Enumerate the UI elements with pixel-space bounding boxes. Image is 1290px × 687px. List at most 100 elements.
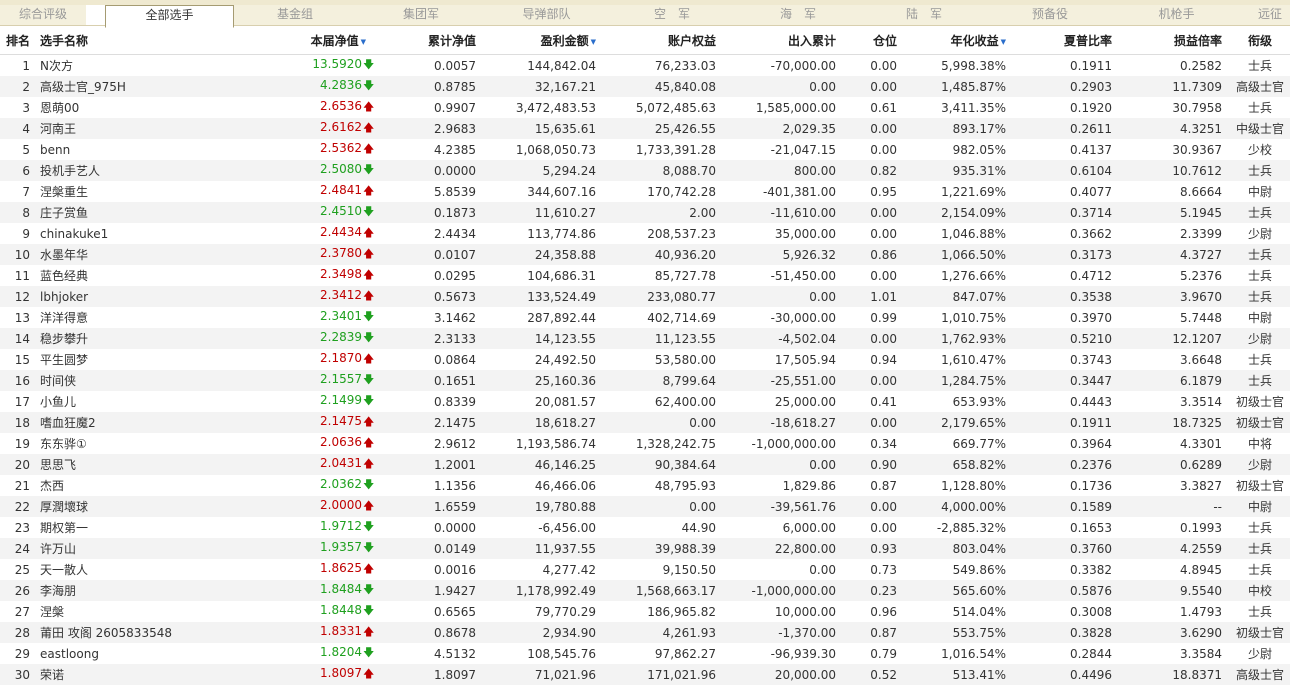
tab-9[interactable]: 机枪手 <box>1113 5 1240 26</box>
player-name-cell[interactable]: 荣诺 <box>36 664 240 685</box>
rank-cell: 24 <box>0 538 36 559</box>
player-name-cell[interactable]: 稳步攀升 <box>36 328 240 349</box>
equity-cell: 1,733,391.28 <box>604 139 724 160</box>
column-header-2[interactable]: 本届净值 ▼ <box>240 26 374 55</box>
tab-7[interactable]: 陆 军 <box>861 5 987 26</box>
column-header-6[interactable]: 出入累计 <box>724 26 844 55</box>
sort-desc-icon[interactable]: ▼ <box>591 38 596 46</box>
table-row[interactable]: 12 lbhjoker 2.3412🡅 0.5673 133,524.49 233,080… <box>0 286 1290 307</box>
tab-0[interactable]: 综合评级 <box>0 5 86 26</box>
column-header-10[interactable]: 损益倍率 <box>1120 26 1230 55</box>
table-row[interactable]: 1 N次方 13.5920🡇 0.0057 144,842.04 76,233.03 -70… <box>0 54 1290 76</box>
table-row[interactable]: 5 benn 2.5362🡅 4.2385 1,068,050.73 1,733,391.… <box>0 139 1290 160</box>
player-name-cell[interactable]: chinakuke1 <box>36 223 240 244</box>
player-name-cell[interactable]: 涅槃 <box>36 601 240 622</box>
player-name-cell[interactable]: benn <box>36 139 240 160</box>
table-row[interactable]: 2 高级士官_975H 4.2836🡇 0.8785 32,167.21 45,840.0… <box>0 76 1290 97</box>
tab-1[interactable]: 全部选手 <box>105 5 234 28</box>
sharpe-cell: 0.6104 <box>1014 160 1120 181</box>
position-cell: 0.00 <box>844 328 905 349</box>
tab-8[interactable]: 预备役 <box>987 5 1113 26</box>
table-row[interactable]: 15 平生圆梦 2.1870🡅 0.0864 24,492.50 53,580.00 17,… <box>0 349 1290 370</box>
table-row[interactable]: 25 天一散人 1.8625🡅 0.0016 4,277.42 9,150.50 0.00 0… <box>0 559 1290 580</box>
player-name-cell[interactable]: N次方 <box>36 54 240 76</box>
column-header-0[interactable]: 排名 <box>0 26 36 55</box>
player-name-cell[interactable]: 许万山 <box>36 538 240 559</box>
player-name-cell[interactable]: 李海朋 <box>36 580 240 601</box>
table-row[interactable]: 18 嗜血狂魔2 2.1475🡅 2.1475 18,618.27 0.00 -18,618… <box>0 412 1290 433</box>
player-name-cell[interactable]: 河南王 <box>36 118 240 139</box>
player-name-cell[interactable]: 洋洋得意 <box>36 307 240 328</box>
table-row[interactable]: 20 思思飞 2.0431🡅 1.2001 46,146.25 90,384.64 0.00… <box>0 454 1290 475</box>
profit-cell: 14,123.55 <box>484 328 604 349</box>
equity-cell: 25,426.55 <box>604 118 724 139</box>
current-nav-cell: 2.3498🡅 <box>240 265 374 286</box>
table-row[interactable]: 9 chinakuke1 2.4434🡅 2.4434 113,774.86 208,53… <box>0 223 1290 244</box>
table-row[interactable]: 8 庄子赏鱼 2.4510🡇 0.1873 11,610.27 2.00 -11,610.0… <box>0 202 1290 223</box>
table-row[interactable]: 19 东东骅① 2.0636🡅 2.9612 1,193,586.74 1,328,242… <box>0 433 1290 454</box>
tab-5[interactable]: 空 军 <box>609 5 735 26</box>
sharpe-cell: 0.1736 <box>1014 475 1120 496</box>
table-row[interactable]: 30 荣诺 1.8097🡅 1.8097 71,021.96 171,021.96 20,0… <box>0 664 1290 685</box>
column-header-4[interactable]: 盈利金额 ▼ <box>484 26 604 55</box>
arrow-down-icon: 🡇 <box>363 583 374 596</box>
player-name-cell[interactable]: 水墨年华 <box>36 244 240 265</box>
player-name-cell[interactable]: 恩萌00 <box>36 97 240 118</box>
player-name-cell[interactable]: 蓝色经典 <box>36 265 240 286</box>
player-name-cell[interactable]: 时间侠 <box>36 370 240 391</box>
table-row[interactable]: 3 恩萌00 2.6536🡅 0.9907 3,472,483.53 5,072,485.… <box>0 97 1290 118</box>
table-row[interactable]: 24 许万山 1.9357🡇 0.0149 11,937.55 39,988.39 22,8… <box>0 538 1290 559</box>
tab-6[interactable]: 海 军 <box>735 5 861 26</box>
table-row[interactable]: 22 厚潤壞球 2.0000🡅 1.6559 19,780.88 0.00 -39,561.… <box>0 496 1290 517</box>
table-row[interactable]: 29 eastloong 1.8204🡇 4.5132 108,545.76 97,862… <box>0 643 1290 664</box>
table-row[interactable]: 10 水墨年华 2.3780🡅 0.0107 24,358.88 40,936.20 5,9… <box>0 244 1290 265</box>
table-row[interactable]: 28 莆田 攻阁 2605833548 1.8331🡅 0.8678 2,934.90 4… <box>0 622 1290 643</box>
player-name-cell[interactable]: eastloong <box>36 643 240 664</box>
player-name-cell[interactable]: 天一散人 <box>36 559 240 580</box>
player-name-cell[interactable]: 投机手艺人 <box>36 160 240 181</box>
table-row[interactable]: 23 期权第一 1.9712🡇 0.0000 -6,456.00 44.90 6,000.0… <box>0 517 1290 538</box>
player-name-cell[interactable]: 厚潤壞球 <box>36 496 240 517</box>
player-name-cell[interactable]: 平生圆梦 <box>36 349 240 370</box>
table-row[interactable]: 4 河南王 2.6162🡅 2.9683 15,635.61 25,426.55 2,029… <box>0 118 1290 139</box>
player-name-cell[interactable]: 莆田 攻阁 2605833548 <box>36 622 240 643</box>
column-header-3[interactable]: 累计净值 <box>374 26 484 55</box>
column-header-5[interactable]: 账户权益 <box>604 26 724 55</box>
column-header-7[interactable]: 仓位 <box>844 26 905 55</box>
table-row[interactable]: 21 杰西 2.0362🡇 1.1356 46,466.06 48,795.93 1,829… <box>0 475 1290 496</box>
sort-desc-icon[interactable]: ▼ <box>1001 38 1006 46</box>
table-row[interactable]: 17 小鱼儿 2.1499🡇 0.8339 20,081.57 62,400.00 25,0… <box>0 391 1290 412</box>
player-name-cell[interactable]: 小鱼儿 <box>36 391 240 412</box>
player-name-cell[interactable]: 嗜血狂魔2 <box>36 412 240 433</box>
table-row[interactable]: 14 稳步攀升 2.2839🡇 2.3133 14,123.55 11,123.55 -4,… <box>0 328 1290 349</box>
rank-cell: 11 <box>0 265 36 286</box>
annual-return-cell: 1,485.87% <box>905 76 1014 97</box>
tab-3[interactable]: 集团军 <box>358 5 484 26</box>
table-row[interactable]: 11 蓝色经典 2.3498🡅 0.0295 104,686.31 85,727.78 -5… <box>0 265 1290 286</box>
table-row[interactable]: 27 涅槃 1.8448🡇 0.6565 79,770.29 186,965.82 10,0… <box>0 601 1290 622</box>
table-row[interactable]: 26 李海朋 1.8484🡇 1.9427 1,178,992.49 1,568,663.… <box>0 580 1290 601</box>
arrow-up-icon: 🡅 <box>363 415 374 428</box>
table-row[interactable]: 16 时间侠 2.1557🡇 0.1651 25,160.36 8,799.64 -25,5… <box>0 370 1290 391</box>
player-name-cell[interactable]: 杰西 <box>36 475 240 496</box>
player-name-cell[interactable]: 庄子赏鱼 <box>36 202 240 223</box>
column-header-9[interactable]: 夏普比率 <box>1014 26 1120 55</box>
player-name-cell[interactable]: 思思飞 <box>36 454 240 475</box>
player-name-cell[interactable]: 高级士官_975H <box>36 76 240 97</box>
sort-desc-icon[interactable]: ▼ <box>361 38 366 46</box>
tab-4[interactable]: 导弹部队 <box>484 5 609 26</box>
column-header-8[interactable]: 年化收益 ▼ <box>905 26 1014 55</box>
player-name-cell[interactable]: 期权第一 <box>36 517 240 538</box>
table-row[interactable]: 6 投机手艺人 2.5080🡇 0.0000 5,294.24 8,088.70 800.0… <box>0 160 1290 181</box>
equity-cell: 48,795.93 <box>604 475 724 496</box>
player-name-cell[interactable]: 涅槃重生 <box>36 181 240 202</box>
player-name-cell[interactable]: lbhjoker <box>36 286 240 307</box>
column-header-1[interactable]: 选手名称 <box>36 26 240 55</box>
tab-2[interactable]: 基金组 <box>232 5 358 26</box>
table-row[interactable]: 13 洋洋得意 2.3401🡇 3.1462 287,892.44 402,714.69-… <box>0 307 1290 328</box>
arrow-down-icon: 🡇 <box>363 79 374 92</box>
table-row[interactable]: 7 涅槃重生 2.4841🡅 5.8539 344,607.16 170,742.28 -4… <box>0 181 1290 202</box>
column-header-11[interactable]: 衔级 <box>1230 26 1290 55</box>
player-name-cell[interactable]: 东东骅① <box>36 433 240 454</box>
tab-10[interactable]: 远征 <box>1240 5 1290 26</box>
